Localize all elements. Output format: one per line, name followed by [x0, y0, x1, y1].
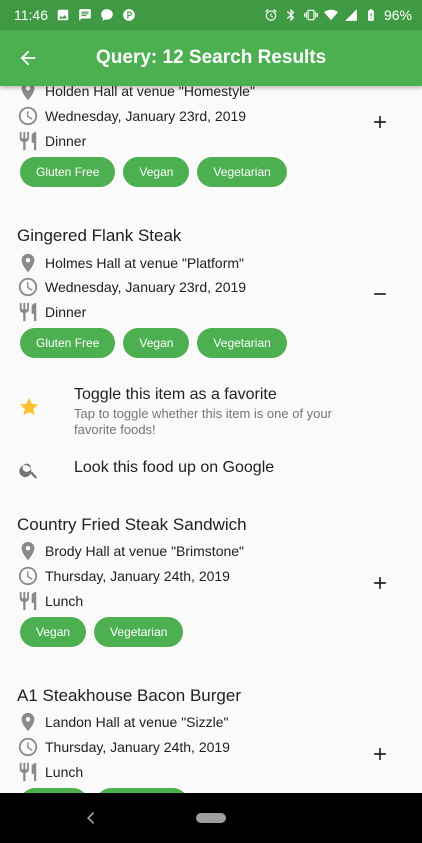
- date-row: Thursday, January 24th, 2019: [17, 736, 230, 758]
- tag-chip: Vegan: [123, 328, 190, 358]
- status-time: 11:46: [14, 7, 48, 23]
- signal-icon: [344, 8, 358, 22]
- tag-chip: Vegetarian: [94, 617, 184, 647]
- arrow-back-icon: [20, 50, 36, 66]
- nav-back-button[interactable]: [84, 810, 98, 826]
- google-title: Look this food up on Google: [74, 459, 275, 476]
- location-pin-icon: [17, 86, 39, 102]
- battery-percent: 96%: [383, 7, 412, 23]
- meal-row: Dinner: [17, 301, 86, 323]
- meal-row: Lunch: [17, 590, 83, 612]
- clock-icon: [17, 736, 39, 758]
- date-text: Wednesday, January 23rd, 2019: [45, 279, 247, 295]
- date-row: Wednesday, January 23rd, 2019: [17, 105, 246, 127]
- meal-row: Lunch: [17, 761, 83, 783]
- page-title: Query: 12 Search Results: [96, 47, 327, 68]
- collapse-button[interactable]: [368, 282, 392, 306]
- tag-chip: Vegetarian: [197, 157, 287, 187]
- favorite-toggle[interactable]: Toggle this item as a favorite Tap to to…: [0, 380, 422, 444]
- meal-text: Lunch: [45, 593, 84, 609]
- tag-chip: Vegan: [20, 617, 87, 647]
- chat-bubble-icon: [100, 8, 114, 22]
- location-text: Landon Hall at venue "Sizzle": [45, 714, 229, 730]
- google-lookup[interactable]: Look this food up on Google: [0, 454, 422, 486]
- plus-icon: [374, 748, 386, 760]
- meal-row: Dinner: [17, 130, 86, 152]
- minus-icon: [374, 293, 386, 295]
- date-text: Thursday, January 24th, 2019: [45, 568, 230, 584]
- star-icon: [17, 395, 41, 419]
- date-row: Wednesday, January 23rd, 2019: [17, 276, 246, 298]
- tag-chips: Gluten Free Vegan Vegetarian: [20, 328, 287, 358]
- tag-chip: Gluten Free: [20, 157, 116, 187]
- results-list[interactable]: Holden Hall at venue "Homestyle" Wednesd…: [0, 86, 422, 793]
- location-text: Brody Hall at venue "Brimstone": [45, 543, 245, 559]
- image-icon: [56, 8, 70, 22]
- status-bar: 11:46 96%: [0, 0, 422, 30]
- location-text: Holden Hall at venue "Homestyle": [45, 86, 255, 99]
- back-button[interactable]: [0, 30, 56, 86]
- expand-button[interactable]: [368, 110, 392, 134]
- location-text: Holmes Hall at venue "Platform": [45, 255, 245, 271]
- date-text: Thursday, January 24th, 2019: [45, 739, 230, 755]
- meal-text: Dinner: [45, 133, 87, 149]
- clock-icon: [17, 565, 39, 587]
- location-pin-icon: [17, 252, 39, 274]
- expand-button[interactable]: [368, 571, 392, 595]
- utensils-icon: [17, 590, 39, 612]
- message-icon: [78, 8, 92, 22]
- date-row: Thursday, January 24th, 2019: [17, 565, 230, 587]
- p-icon: [122, 8, 136, 22]
- clock-icon: [17, 105, 39, 127]
- wifi-icon: [323, 8, 338, 22]
- battery-icon: [364, 8, 378, 22]
- meal-text: Lunch: [45, 764, 84, 780]
- location-pin-icon: [17, 540, 39, 562]
- chevron-left-icon: [87, 812, 95, 824]
- plus-icon: [374, 577, 386, 589]
- date-text: Wednesday, January 23rd, 2019: [45, 108, 247, 124]
- tag-chips: Vegan Vegetarian: [20, 617, 184, 647]
- favorite-subtitle: Tap to toggle whether this item is one o…: [74, 406, 332, 437]
- food-title: Country Fried Steak Sandwich: [17, 515, 247, 534]
- app-bar: Query: 12 Search Results: [0, 30, 422, 86]
- utensils-icon: [17, 761, 39, 783]
- location-row: Landon Hall at venue "Sizzle": [17, 711, 229, 733]
- location-row: Holmes Hall at venue "Platform": [17, 252, 244, 274]
- tag-chips: Gluten Free Vegan Vegetarian: [20, 157, 287, 187]
- location-row: Brody Hall at venue "Brimstone": [17, 540, 244, 562]
- utensils-icon: [17, 301, 39, 323]
- nav-home-button[interactable]: [196, 813, 226, 823]
- bluetooth-icon: [284, 8, 298, 22]
- alarm-icon: [264, 8, 278, 22]
- clock-icon: [17, 276, 39, 298]
- expand-button[interactable]: [368, 742, 392, 766]
- location-pin-icon: [17, 711, 39, 733]
- location-row: Holden Hall at venue "Homestyle": [17, 86, 255, 102]
- search-icon: [17, 458, 41, 482]
- plus-icon: [374, 116, 386, 128]
- meal-text: Dinner: [45, 304, 87, 320]
- vibrate-icon: [303, 8, 318, 22]
- tag-chip: Gluten Free: [20, 328, 116, 358]
- favorite-title: Toggle this item as a favorite: [74, 386, 277, 403]
- food-title: A1 Steakhouse Bacon Burger: [17, 686, 241, 705]
- food-title: Gingered Flank Steak: [17, 226, 182, 245]
- system-nav-bar: [0, 793, 422, 843]
- utensils-icon: [17, 130, 39, 152]
- tag-chip: Vegan: [123, 157, 190, 187]
- tag-chip: Vegetarian: [197, 328, 287, 358]
